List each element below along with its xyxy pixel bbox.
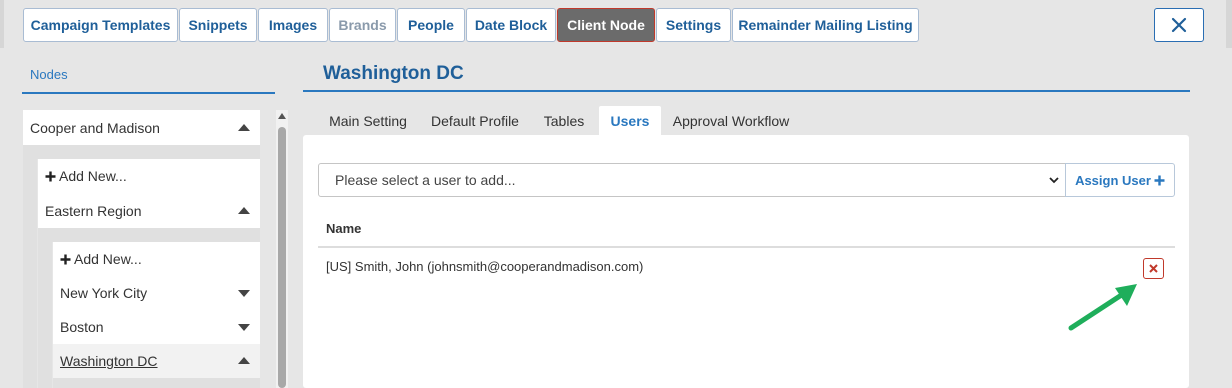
tree-indent-level-3 <box>53 378 260 388</box>
tab-tables[interactable]: Tables <box>534 106 594 136</box>
tab-users[interactable]: Users <box>599 106 661 136</box>
nav-images[interactable]: Images <box>258 8 328 42</box>
plus-icon <box>1154 175 1165 185</box>
caret-up-icon[interactable] <box>238 357 250 364</box>
add-new-label: Add New... <box>74 251 142 267</box>
tree-indent-gap <box>37 145 260 159</box>
user-select-dropdown[interactable]: Please select a user to add... <box>318 163 1066 197</box>
plus-icon <box>45 171 56 181</box>
top-nav-bar: Campaign Templates Snippets Images Brand… <box>0 0 1232 48</box>
sidebar-scrollbar-thumb[interactable] <box>278 127 286 388</box>
nav-settings[interactable]: Settings <box>656 8 731 42</box>
assign-user-button[interactable]: Assign User <box>1065 163 1175 197</box>
caret-up-icon[interactable] <box>238 206 250 214</box>
tree-indent-gap <box>52 228 260 242</box>
tab-approval-workflow[interactable]: Approval Workflow <box>666 106 796 136</box>
chevron-down-icon <box>1049 177 1059 184</box>
window-edge-left <box>0 0 4 48</box>
tree-indent-level-2 <box>38 228 52 388</box>
nav-remainder-mailing-listing[interactable]: Remainder Mailing Listing <box>732 8 919 42</box>
tree-node-eastern-region[interactable]: Eastern Region <box>38 193 260 228</box>
caret-down-icon[interactable] <box>238 324 250 331</box>
nodes-heading-underline <box>22 92 275 94</box>
nav-snippets[interactable]: Snippets <box>179 8 257 42</box>
nav-people[interactable]: People <box>397 8 465 42</box>
close-icon <box>1171 17 1187 33</box>
plus-icon <box>60 254 71 264</box>
tab-main-setting[interactable]: Main Setting <box>320 106 416 136</box>
caret-down-icon[interactable] <box>238 290 250 297</box>
user-select-placeholder: Please select a user to add... <box>335 172 516 188</box>
tree-node-label: New York City <box>60 285 148 301</box>
add-new-label: Add New... <box>59 168 127 184</box>
tree-indent-level-1 <box>23 145 37 388</box>
tree-add-new-root[interactable]: Add New... <box>38 159 260 193</box>
tree-node-root[interactable]: Cooper and Madison <box>23 110 260 145</box>
user-row-name: [US] Smith, John (johnsmith@cooperandmad… <box>326 259 644 274</box>
caret-up-icon[interactable] <box>238 123 250 131</box>
scroll-up-arrow-icon[interactable] <box>278 113 286 119</box>
nav-campaign-templates[interactable]: Campaign Templates <box>23 8 178 42</box>
tree-node-label: Cooper and Madison <box>30 119 160 136</box>
page-title-underline <box>303 90 1190 92</box>
nav-date-block[interactable]: Date Block <box>466 8 556 42</box>
tree-node-new-york-city[interactable]: New York City <box>53 276 260 310</box>
assign-user-label: Assign User <box>1075 172 1151 188</box>
remove-user-button[interactable] <box>1143 258 1164 279</box>
page-title: Washington DC <box>323 63 464 84</box>
tree-node-label: Washington DC <box>60 353 158 369</box>
nav-brands[interactable]: Brands <box>329 8 396 42</box>
window-edge-right <box>1226 0 1232 48</box>
nodes-heading: Nodes <box>30 67 68 82</box>
remove-x-icon <box>1149 264 1158 273</box>
tree-node-boston[interactable]: Boston <box>53 310 260 344</box>
tab-default-profile[interactable]: Default Profile <box>422 106 528 136</box>
column-header-name: Name <box>326 221 362 236</box>
nav-client-node[interactable]: Client Node <box>557 8 655 42</box>
tree-node-label: Eastern Region <box>45 202 142 219</box>
close-button[interactable] <box>1154 8 1204 42</box>
table-header-divider <box>318 246 1175 248</box>
tree-node-washington-dc[interactable]: Washington DC <box>53 344 260 378</box>
tree-add-new-region[interactable]: Add New... <box>53 242 260 276</box>
tree-node-label: Boston <box>60 319 104 335</box>
annotation-arrow-icon <box>1068 284 1137 331</box>
